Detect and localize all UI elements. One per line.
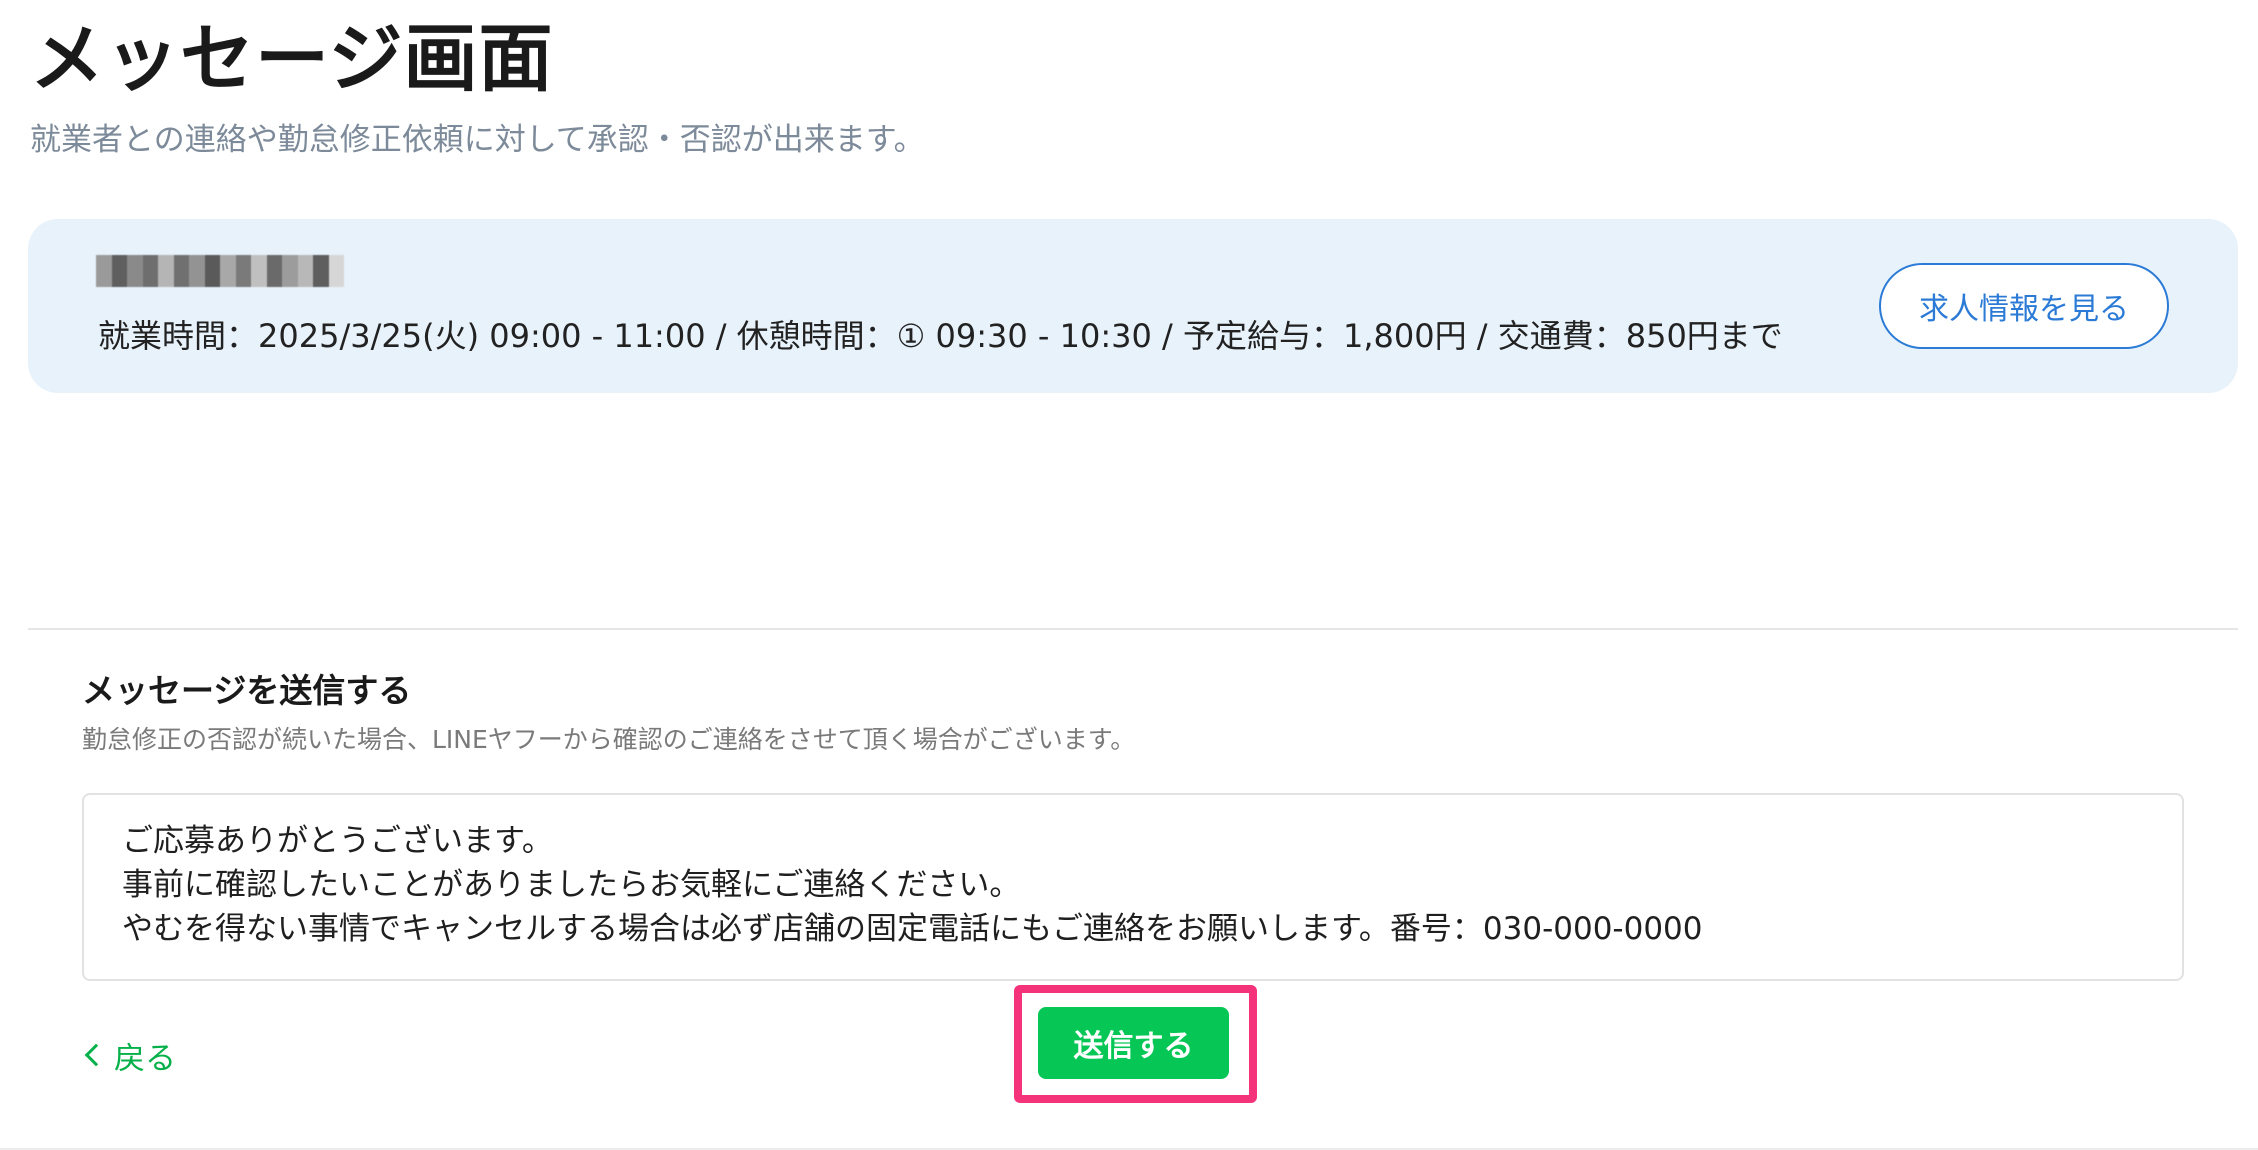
redaction-pixel [220, 255, 236, 287]
redaction-pixel [111, 255, 127, 287]
job-details: 就業時間：2025/3/25(火) 09:00 - 11:00 / 休憩時間：①… [98, 317, 1783, 355]
redaction-pixel [127, 255, 143, 287]
view-job-button[interactable]: 求人情報を見る [1879, 263, 2169, 349]
redaction-pixel [158, 255, 174, 287]
chevron-left-icon [84, 1043, 108, 1067]
redaction-pixel [282, 255, 298, 287]
redaction-pixel [96, 255, 112, 287]
redaction-pixel [328, 255, 344, 287]
message-section-title: メッセージを送信する [82, 671, 412, 710]
redaction-pixel [173, 255, 189, 287]
message-section-note: 勤怠修正の否認が続いた場合、LINEヤフーから確認のご連絡をさせて頂く場合がござ… [82, 725, 1136, 754]
redaction-pixel [266, 255, 282, 287]
page-subtitle: 就業者との連絡や勤怠修正依頼に対して承認・否認が出来ます。 [30, 122, 925, 158]
back-link[interactable]: 戻る [80, 1034, 176, 1077]
send-button[interactable]: 送信する [1038, 1007, 1229, 1079]
redaction-pixel [204, 255, 220, 287]
redacted-job-name [96, 255, 344, 287]
redaction-pixel [235, 255, 251, 287]
page-title: メッセージ画面 [30, 16, 554, 102]
back-link-label: 戻る [114, 1040, 176, 1077]
job-summary-card: 就業時間：2025/3/25(火) 09:00 - 11:00 / 休憩時間：①… [28, 219, 2238, 393]
message-textarea[interactable] [82, 793, 2184, 981]
redaction-pixel [313, 255, 329, 287]
section-divider [28, 628, 2238, 630]
redaction-pixel [251, 255, 267, 287]
redaction-pixel [297, 255, 313, 287]
redaction-pixel [142, 255, 158, 287]
redaction-pixel [189, 255, 205, 287]
